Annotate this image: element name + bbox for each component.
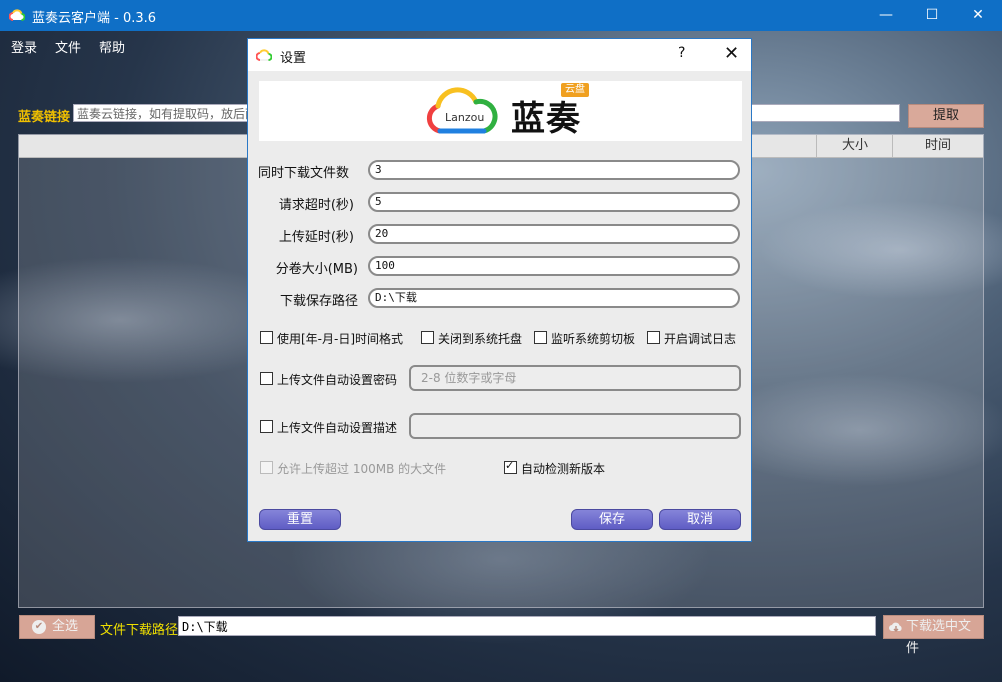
auto-password-label: 上传文件自动设置密码 xyxy=(277,373,398,387)
request-timeout-input[interactable]: 5 xyxy=(368,192,740,212)
check-circle-icon: ✔ xyxy=(32,620,46,634)
request-timeout-label: 请求超时(秒) xyxy=(278,198,354,213)
date-format-checkbox[interactable] xyxy=(260,331,273,344)
menu-login[interactable]: 登录 xyxy=(11,37,37,56)
volume-size-label: 分卷大小(MB) xyxy=(275,262,358,277)
auto-password-checkbox[interactable] xyxy=(260,372,273,385)
select-all-label: 全选 xyxy=(52,619,79,634)
cloud-download-icon xyxy=(889,622,902,632)
maximize-button[interactable]: ☐ xyxy=(909,0,955,31)
title-bar: 蓝奏云客户端 - 0.3.6 — ☐ ✕ xyxy=(0,0,1002,31)
dialog-title-bar: 设置 ? ✕ xyxy=(248,39,751,71)
auto-update-label: 自动检测新版本 xyxy=(521,462,606,476)
auto-description-checkbox[interactable] xyxy=(260,420,273,433)
logo-badge: 云盘 xyxy=(561,83,589,97)
save-path-label: 下载保存路径 xyxy=(279,294,358,309)
select-all-button[interactable]: ✔ 全选 xyxy=(19,615,95,639)
close-to-tray-label: 关闭到系统托盘 xyxy=(438,332,523,346)
auto-password-input[interactable]: 2-8 位数字或字母 xyxy=(409,365,741,391)
auto-description-label: 上传文件自动设置描述 xyxy=(277,421,398,435)
dialog-title: 设置 xyxy=(280,51,307,66)
concurrent-downloads-input[interactable]: 3 xyxy=(368,160,740,180)
column-time[interactable]: 时间 xyxy=(892,135,983,157)
extract-button[interactable]: 提取 xyxy=(908,104,984,128)
dialog-close-button[interactable]: ✕ xyxy=(724,43,739,64)
download-path-input[interactable]: D:\下载 xyxy=(178,616,876,636)
auto-update-checkbox[interactable] xyxy=(504,459,517,474)
volume-size-input[interactable]: 100 xyxy=(368,256,740,276)
link-label: 蓝奏链接 xyxy=(18,110,71,125)
logo-brand-small: Lanzou xyxy=(445,111,485,124)
app-cloud-icon xyxy=(9,9,25,21)
date-format-label: 使用[年-月-日]时间格式 xyxy=(277,332,404,346)
clipboard-monitor-label: 监听系统剪切板 xyxy=(551,332,636,346)
auto-description-input[interactable] xyxy=(409,413,741,439)
minimize-button[interactable]: — xyxy=(863,0,909,31)
upload-delay-input[interactable]: 20 xyxy=(368,224,740,244)
help-button[interactable]: ? xyxy=(678,45,685,61)
allow-large-upload-label: 允许上传超过 100MB 的大文件 xyxy=(277,462,447,476)
column-size[interactable]: 大小 xyxy=(816,135,893,157)
app-cloud-icon xyxy=(256,49,272,61)
save-button[interactable]: 保存 xyxy=(571,509,653,530)
logo-brand-big: 蓝奏 xyxy=(511,99,581,139)
allow-large-upload-checkbox xyxy=(260,461,273,474)
menu-file[interactable]: 文件 xyxy=(55,37,81,56)
save-path-input[interactable]: D:\下载 xyxy=(368,288,740,308)
close-to-tray-checkbox[interactable] xyxy=(421,331,434,344)
debug-log-checkbox[interactable] xyxy=(647,331,660,344)
upload-delay-label: 上传延时(秒) xyxy=(278,230,354,245)
close-button[interactable]: ✕ xyxy=(955,0,1001,31)
clipboard-monitor-checkbox[interactable] xyxy=(534,331,547,344)
concurrent-downloads-label: 同时下载文件数 xyxy=(258,166,350,181)
download-path-label: 文件下载路径 xyxy=(100,623,179,638)
app-title: 蓝奏云客户端 - 0.3.6 xyxy=(32,11,157,26)
settings-dialog: 设置 ? ✕ Lanzou 蓝奏 云盘 同时下载文件数 3 请求超时(秒) 5 … xyxy=(247,38,752,542)
lanzou-logo: Lanzou 蓝奏 云盘 xyxy=(259,81,742,141)
debug-log-label: 开启调试日志 xyxy=(664,332,737,346)
cancel-button[interactable]: 取消 xyxy=(659,509,741,530)
download-selected-button[interactable]: 下载选中文件 xyxy=(883,615,984,656)
download-selected-label: 下载选中文件 xyxy=(906,619,972,656)
menu-help[interactable]: 帮助 xyxy=(99,37,125,56)
reset-button[interactable]: 重置 xyxy=(259,509,341,530)
